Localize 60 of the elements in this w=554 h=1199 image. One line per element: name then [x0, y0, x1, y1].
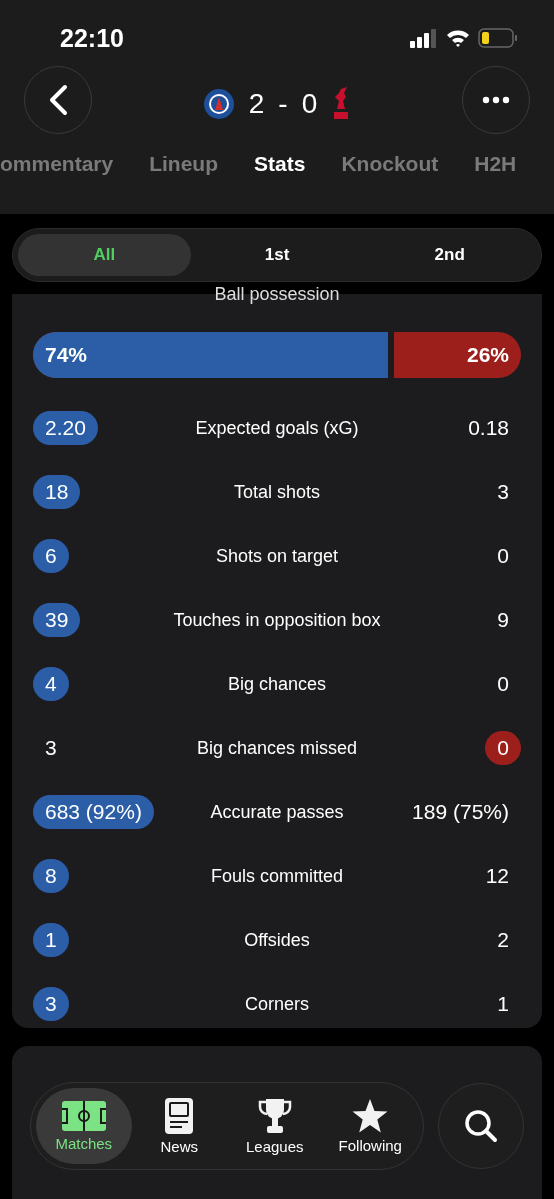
stat-label: Ball possession — [213, 284, 341, 304]
nav-item[interactable]: Leagues — [227, 1088, 323, 1164]
stat-label: Big chances missed — [195, 737, 359, 759]
away-value: 2 — [496, 927, 510, 953]
tab[interactable]: Stats — [254, 148, 306, 180]
wifi-icon — [446, 29, 470, 47]
away-value: 0 — [496, 671, 510, 697]
away-value: 0 — [485, 731, 521, 765]
stat-label: Total shots — [232, 481, 321, 503]
stat-label: Accurate passes — [209, 801, 345, 823]
search-icon — [464, 1109, 498, 1143]
home-value: 3 — [44, 735, 58, 761]
home-value: 18 — [33, 475, 81, 509]
trophy-icon — [257, 1097, 292, 1134]
star-icon — [352, 1098, 389, 1133]
away-value: 0.18 — [467, 415, 510, 441]
home-score: 2 — [248, 88, 265, 120]
nav-item[interactable]: Matches — [36, 1088, 132, 1164]
home-value: 6 — [33, 539, 69, 573]
home-value: 2.20 — [33, 411, 98, 445]
stat-label: Expected goals (xG) — [194, 417, 360, 439]
home-value: 1 — [33, 923, 69, 957]
status-time: 22:10 — [60, 23, 124, 53]
away-possession: 26% — [466, 343, 509, 367]
home-value: 4 — [33, 667, 69, 701]
tab[interactable]: Lineup — [149, 148, 219, 180]
signal-icon — [410, 28, 438, 48]
away-value: 9 — [496, 607, 510, 633]
home-possession-bar: 74% — [33, 332, 395, 378]
tab[interactable]: H2H — [474, 148, 517, 180]
stat-label: Corners — [244, 993, 310, 1015]
home-value: 683 (92%) — [33, 795, 154, 829]
more-icon — [482, 96, 510, 104]
away-value: 12 — [484, 863, 510, 889]
score-separator: - — [278, 88, 288, 120]
away-score: 0 — [301, 88, 318, 120]
away-value: 0 — [496, 543, 510, 569]
away-value: 1 — [496, 991, 510, 1017]
stat-label: Touches in opposition box — [173, 609, 381, 631]
period-tab[interactable]: 1st — [190, 234, 364, 276]
period-tab[interactable]: All — [18, 234, 191, 276]
back-icon — [47, 84, 69, 116]
newspaper-icon — [165, 1097, 194, 1134]
home-value: 39 — [33, 603, 81, 637]
away-value: 3 — [496, 479, 510, 505]
battery-icon — [478, 28, 518, 48]
crest-icon — [202, 88, 235, 120]
away-value: 189 (75%) — [411, 799, 510, 825]
tab[interactable]: ommentary — [0, 148, 114, 180]
nav-item[interactable]: Following — [322, 1088, 418, 1164]
pitch-icon — [61, 1100, 106, 1131]
stat-label: Shots on target — [214, 545, 340, 567]
home-value: 3 — [33, 987, 69, 1021]
stat-label: Big chances — [226, 673, 328, 695]
home-value: 8 — [33, 859, 69, 893]
tab[interactable]: Knockout — [341, 148, 439, 180]
stat-label: Fouls committed — [209, 865, 344, 887]
nav-item[interactable]: News — [131, 1088, 227, 1164]
stat-label: Offsides — [243, 929, 311, 951]
period-tab[interactable]: 2nd — [363, 234, 536, 276]
